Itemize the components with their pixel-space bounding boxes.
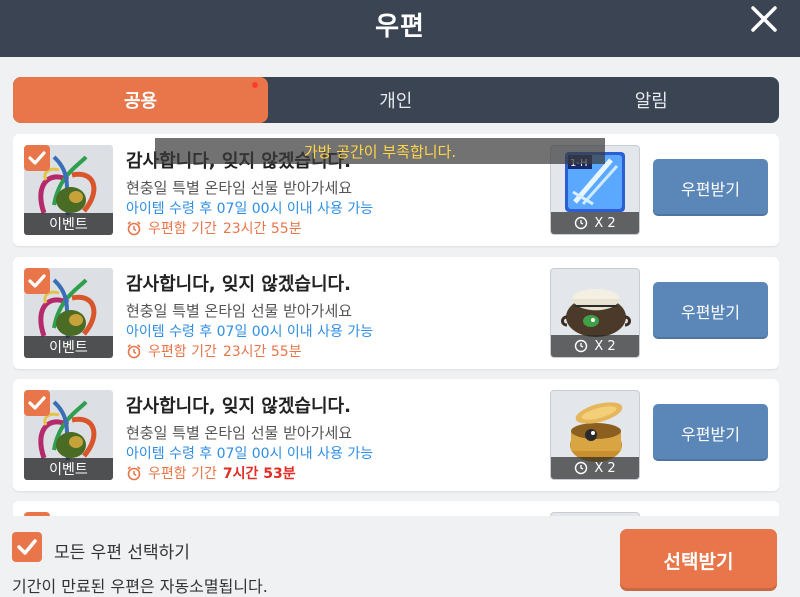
expiry-label: 우편함 기간: [148, 221, 217, 237]
page-title: 우편: [375, 12, 425, 42]
expiry-value: 23시간 55분: [222, 344, 302, 360]
checkmark-icon: [28, 396, 46, 410]
mail-tabs: 공용 개인 알림: [13, 77, 779, 123]
mail-list[interactable]: 이벤트 감사합니다, 잊지 않겠습니다. 현충일 특별 온타임 선물 받아가세요…: [13, 134, 779, 516]
mail-card: 이벤트 감사합니다, 잊지 않겠습니다. 현충일 특별 온타임 선물 받아가세요…: [13, 379, 779, 491]
quantity-label: X 2: [594, 215, 616, 231]
quantity-label: X 2: [594, 460, 616, 476]
receive-mail-button[interactable]: 우편받기: [653, 404, 768, 461]
close-icon[interactable]: [748, 3, 780, 35]
quantity-label: X 2: [594, 338, 616, 354]
select-all-checkbox[interactable]: [12, 532, 42, 562]
notification-dot: [252, 82, 258, 88]
mail-checkbox[interactable]: [24, 390, 50, 416]
inventory-full-toast: 가방 공간이 부족합니다.: [155, 138, 605, 164]
receive-mail-button[interactable]: 우편받기: [653, 159, 768, 216]
mail-checkbox[interactable]: [24, 268, 50, 294]
reward-item[interactable]: X 2: [550, 390, 640, 480]
alarm-clock-icon: [127, 466, 141, 481]
mail-subtitle: 현충일 특별 온타임 선물 받아가세요: [126, 179, 353, 197]
mail-card-partial: [13, 501, 779, 516]
mail-checkbox[interactable]: [24, 512, 50, 516]
mail-expiry: 우편함 기간 23시간 55분: [126, 218, 302, 238]
checkmark-icon: [28, 274, 46, 288]
mail-checkbox[interactable]: [24, 145, 50, 171]
event-badge: 이벤트: [24, 213, 113, 235]
tab-label: 공용: [123, 91, 158, 112]
expiry-value: 23시간 55분: [222, 221, 302, 237]
mail-subtitle: 현충일 특별 온타임 선물 받아가세요: [126, 424, 353, 442]
item-quantity: X 2: [551, 457, 639, 479]
select-all-label[interactable]: 모든 우편 선택하기: [54, 538, 190, 563]
event-badge: 이벤트: [24, 336, 113, 358]
event-badge: 이벤트: [24, 458, 113, 480]
reward-item[interactable]: [550, 512, 640, 516]
mail-expiry: 우편함 기간 23시간 55분: [126, 341, 302, 361]
clock-icon: [575, 339, 588, 353]
mail-usage-note: 아이템 수령 후 07일 00시 이내 사용 가능: [126, 201, 374, 217]
tab-notice[interactable]: 알림: [524, 77, 780, 123]
tab-shared[interactable]: 공용: [13, 77, 268, 123]
tab-label: 알림: [634, 91, 668, 112]
mail-usage-note: 아이템 수령 후 07일 00시 이내 사용 가능: [126, 446, 374, 462]
mail-usage-note: 아이템 수령 후 07일 00시 이내 사용 가능: [126, 324, 374, 340]
receive-selected-button[interactable]: 선택받기: [620, 529, 777, 591]
clock-icon: [575, 461, 588, 475]
auto-expire-note: 기간이 만료된 우편은 자동소멸됩니다.: [12, 577, 268, 596]
checkmark-icon: [28, 151, 46, 165]
checkmark-icon: [17, 539, 37, 555]
tab-personal[interactable]: 개인: [268, 77, 524, 123]
receive-mail-button[interactable]: 우편받기: [653, 282, 768, 339]
item-quantity: X 2: [551, 335, 639, 357]
mail-footer: 모든 우편 선택하기 기간이 만료된 우편은 자동소멸됩니다. 선택받기: [0, 517, 800, 597]
expiry-label: 우편함 기간: [148, 344, 217, 360]
mail-expiry: 우편함 기간 7시간 53분: [126, 463, 296, 483]
mail-card: 이벤트 감사합니다, 잊지 않겠습니다. 현충일 특별 온타임 선물 받아가세요…: [13, 257, 779, 369]
item-quantity: X 2: [551, 212, 639, 234]
tab-label: 개인: [379, 91, 413, 112]
mail-header: 우편: [0, 0, 800, 57]
mail-subtitle: 현충일 특별 온타임 선물 받아가세요: [126, 302, 353, 320]
mail-title: 감사합니다, 잊지 않겠습니다.: [126, 396, 351, 417]
expiry-value: 7시간 53분: [222, 466, 296, 482]
clock-icon: [575, 216, 588, 230]
alarm-clock-icon: [127, 221, 141, 236]
mail-title: 감사합니다, 잊지 않겠습니다.: [126, 274, 351, 295]
expiry-label: 우편함 기간: [148, 466, 217, 482]
reward-item[interactable]: X 2: [550, 268, 640, 358]
alarm-clock-icon: [127, 344, 141, 359]
